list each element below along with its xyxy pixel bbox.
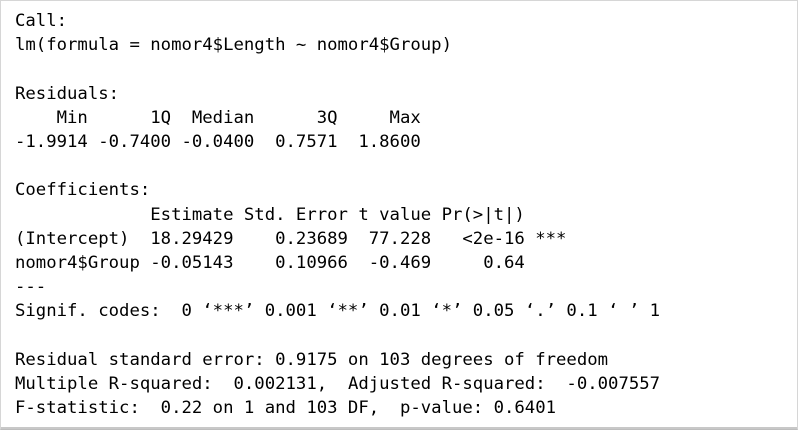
residuals-header: Residuals: [15, 83, 120, 104]
coefficient-row-intercept: (Intercept) 18.29429 0.23689 77.228 <2e-… [15, 228, 567, 249]
residual-standard-error: Residual standard error: 0.9175 on 103 d… [15, 349, 609, 370]
residuals-labels: Min 1Q Median 3Q Max [15, 107, 432, 128]
separator-line: --- [15, 277, 47, 298]
lm-summary-output[interactable]: Call: lm(formula = nomor4$Length ~ nomor4… [15, 9, 670, 420]
coefficients-column-headers: Estimate Std. Error t value Pr(>|t|) [15, 204, 567, 225]
coefficients-header: Coefficients: [15, 180, 151, 201]
f-statistic-line: F-statistic: 0.22 on 1 and 103 DF, p-val… [15, 398, 557, 418]
residuals-values: -1.9914 -0.7400 -0.0400 0.7571 1.8600 [15, 131, 432, 152]
coefficient-row-group: nomor4$Group -0.05143 0.10966 -0.469 0.6… [15, 252, 567, 273]
call-header: Call: [15, 11, 68, 31]
call-formula: lm(formula = nomor4$Length ~ nomor4$Grou… [15, 35, 452, 56]
console-output-panel[interactable]: Call: lm(formula = nomor4$Length ~ nomor4… [0, 0, 798, 430]
r-squared-line: Multiple R-squared: 0.002131, Adjusted R… [15, 373, 671, 394]
signif-codes: Signif. codes: 0 ‘***’ 0.001 ‘**’ 0.01 ‘… [15, 301, 661, 322]
panel-bottom-border [1, 427, 797, 429]
